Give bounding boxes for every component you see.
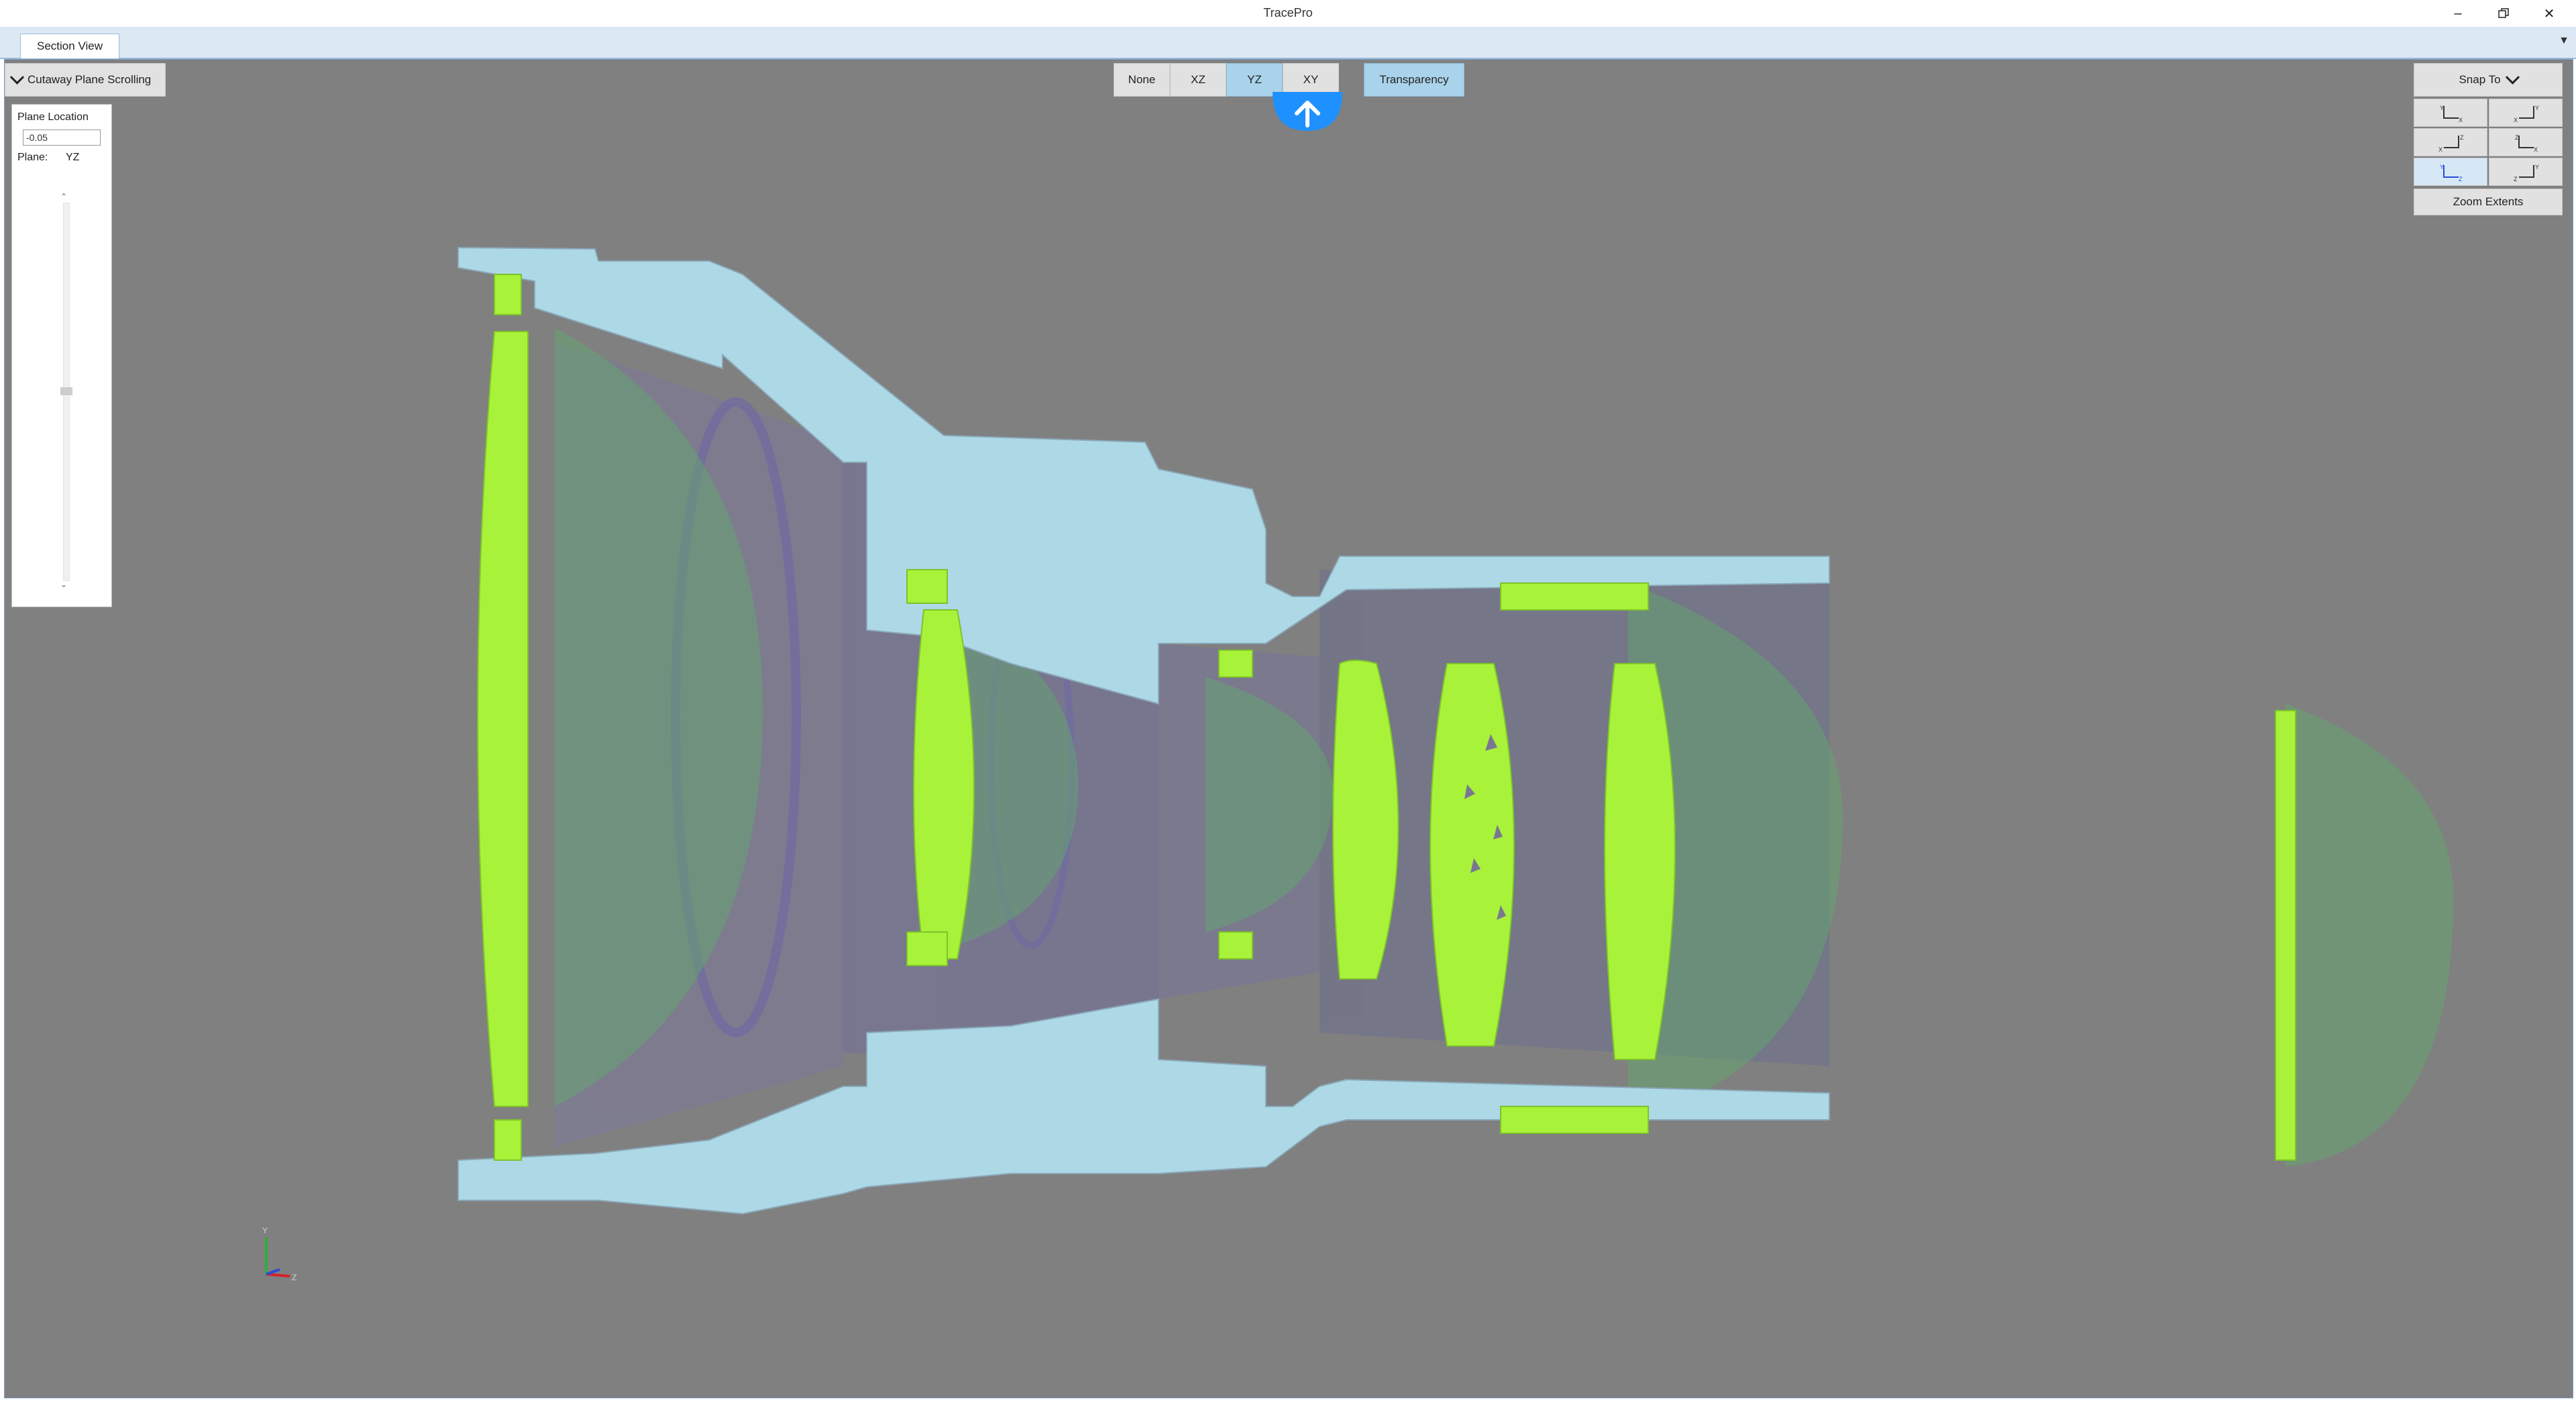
svg-text:Z: Z <box>2514 176 2518 183</box>
chevron-down-icon <box>9 70 25 85</box>
plane-xz-button[interactable]: XZ <box>1170 63 1226 97</box>
slider-down-icon[interactable]: ⌄ <box>60 580 67 589</box>
snap-view-grid: YX YX ZX ZX YZ YZ <box>2414 99 2563 186</box>
cutaway-plane-toggle[interactable]: Cutaway Plane Scrolling <box>5 63 166 97</box>
plane-label: Plane: <box>17 152 48 163</box>
svg-text:Y: Y <box>2535 164 2539 170</box>
chevron-down-icon <box>2505 70 2520 85</box>
transparency-button[interactable]: Transparency <box>1364 63 1464 97</box>
plane-location-label: Plane Location <box>17 111 89 123</box>
close-icon[interactable]: ✕ <box>2526 0 2572 27</box>
view-yz-icon[interactable]: YZ <box>2414 158 2487 186</box>
svg-text:Y: Y <box>2440 105 2444 111</box>
svg-text:X: X <box>2438 146 2443 153</box>
tab-section-view[interactable]: Section View <box>20 34 119 58</box>
snap-to-label: Snap To <box>2459 73 2501 86</box>
svg-text:X: X <box>2459 117 2463 123</box>
zoom-extents-button[interactable]: Zoom Extents <box>2414 189 2563 215</box>
window-title: TracePro <box>1263 6 1313 19</box>
plane-location-input[interactable]: -0.05 <box>23 129 101 146</box>
tab-strip: Section View ▼ <box>0 27 2576 59</box>
cutaway-label: Cutaway Plane Scrolling <box>28 73 152 86</box>
svg-text:X: X <box>2514 117 2518 123</box>
plane-location-panel: Plane Location -0.05 Plane: YZ ⌃ ⌄ <box>11 104 112 607</box>
svg-text:Y: Y <box>2440 164 2444 170</box>
svg-text:Z: Z <box>292 1273 297 1282</box>
view-xy-icon[interactable]: YX <box>2489 99 2563 127</box>
svg-text:X: X <box>2534 146 2538 153</box>
axis-triad-icon: Y Z <box>262 1226 297 1282</box>
minimize-icon[interactable]: – <box>2435 0 2481 27</box>
view-yx-icon[interactable]: YX <box>2414 99 2487 127</box>
view-xz-icon[interactable]: ZX <box>2489 128 2563 156</box>
slider-up-icon[interactable]: ⌃ <box>60 192 67 201</box>
svg-text:Z: Z <box>2460 134 2464 141</box>
plane-location-slider[interactable]: ⌃ ⌄ <box>58 192 74 590</box>
arrow-up-icon[interactable] <box>1273 92 1342 131</box>
view-zy-icon[interactable]: YZ <box>2489 158 2563 186</box>
section-viewport[interactable]: Cutaway Plane Scrolling None XZ YZ XY Tr… <box>4 59 2573 1398</box>
svg-text:Y: Y <box>262 1226 268 1235</box>
title-bar: TracePro – ✕ <box>0 0 2576 27</box>
svg-text:Z: Z <box>2459 176 2463 183</box>
snap-to-button[interactable]: Snap To <box>2414 63 2563 97</box>
restore-icon[interactable] <box>2481 0 2526 27</box>
slider-thumb[interactable] <box>60 387 72 395</box>
tab-dropdown-icon[interactable]: ▼ <box>2559 35 2569 47</box>
view-zx-icon[interactable]: ZX <box>2414 128 2487 156</box>
svg-text:Z: Z <box>2515 134 2519 141</box>
plane-value: YZ <box>66 152 80 163</box>
lens-assembly-section <box>458 246 2453 1215</box>
svg-text:Y: Y <box>2535 105 2539 111</box>
plane-none-button[interactable]: None <box>1114 63 1170 97</box>
